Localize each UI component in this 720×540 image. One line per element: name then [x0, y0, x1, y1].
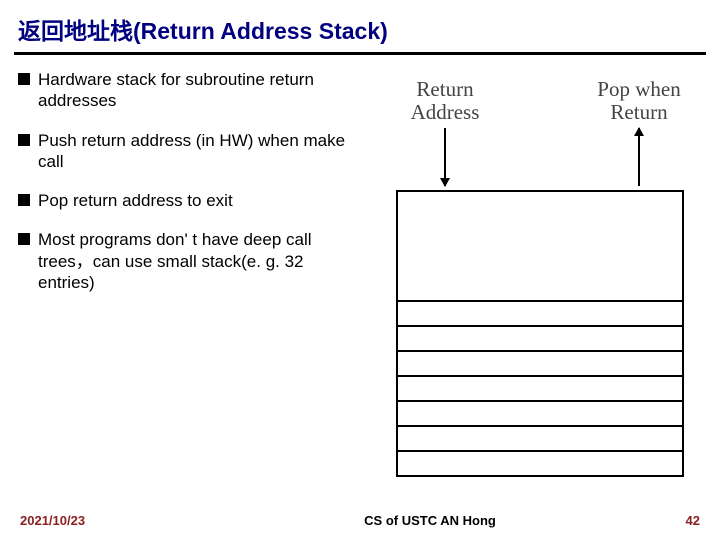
list-item: Push return address (in HW) when make ca…	[18, 130, 358, 173]
bullet-list: Hardware stack for subroutine return add…	[18, 69, 358, 311]
diagram-label-return: Return Address	[390, 78, 500, 124]
bullet-text: Most programs don' t have deep call tree…	[38, 229, 358, 293]
stack-row	[398, 452, 682, 477]
stack-row	[398, 302, 682, 327]
stack-diagram: Return Address Pop when Return	[378, 70, 708, 490]
footer-page: 42	[640, 513, 700, 528]
bullet-text: Pop return address to exit	[38, 190, 233, 211]
square-bullet-icon	[18, 194, 30, 206]
footer: 2021/10/23 CS of USTC AN Hong 42	[0, 513, 720, 528]
square-bullet-icon	[18, 134, 30, 146]
square-bullet-icon	[18, 73, 30, 85]
footer-center: CS of USTC AN Hong	[220, 513, 640, 528]
bullet-text: Push return address (in HW) when make ca…	[38, 130, 358, 173]
stack-row	[398, 352, 682, 377]
stack-box	[396, 190, 684, 477]
stack-row	[398, 192, 682, 302]
stack-row	[398, 427, 682, 452]
stack-row	[398, 402, 682, 427]
list-item: Pop return address to exit	[18, 190, 358, 211]
diagram-label-pop: Pop when Return	[574, 78, 704, 124]
list-item: Hardware stack for subroutine return add…	[18, 69, 358, 112]
arrow-up-icon	[638, 128, 640, 186]
title-divider	[14, 52, 706, 55]
arrow-down-icon	[444, 128, 446, 186]
stack-row	[398, 377, 682, 402]
bullet-text: Hardware stack for subroutine return add…	[38, 69, 358, 112]
list-item: Most programs don' t have deep call tree…	[18, 229, 358, 293]
footer-date: 2021/10/23	[20, 513, 220, 528]
stack-row	[398, 327, 682, 352]
slide-title: 返回地址栈(Return Address Stack)	[0, 0, 720, 52]
square-bullet-icon	[18, 233, 30, 245]
